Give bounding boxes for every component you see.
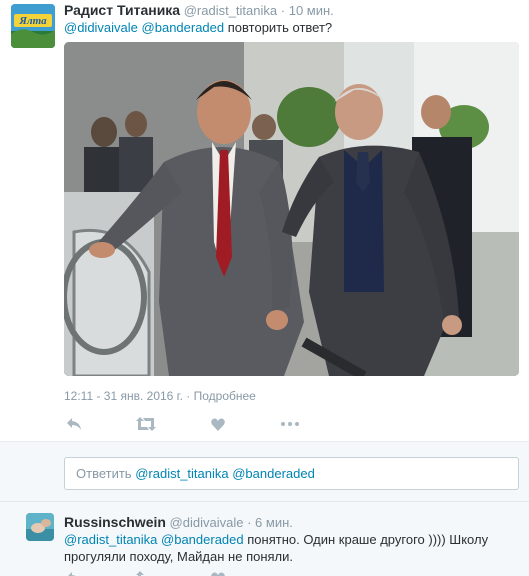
- mention-link[interactable]: @didivaivale: [64, 20, 138, 35]
- photo-image: [64, 42, 519, 376]
- retweet-icon[interactable]: [136, 414, 156, 434]
- like-icon[interactable]: [208, 414, 228, 434]
- author-handle[interactable]: @radist_titanika: [184, 3, 277, 18]
- author-name[interactable]: Радист Титаника: [64, 2, 180, 18]
- mention-link[interactable]: @banderaded: [142, 20, 225, 35]
- more-icon[interactable]: [280, 568, 300, 576]
- reply-author-handle[interactable]: @didivaivale: [170, 515, 244, 530]
- reply-avatar[interactable]: [26, 513, 54, 541]
- avatar[interactable]: Ялта: [11, 4, 55, 48]
- tweet: Ялта Радист Титаника @radist_titanika · …: [0, 0, 529, 442]
- reply-avatar-image: [26, 513, 54, 541]
- reply-tweet-header: Russinschwein @didivaivale · 6 мин.: [64, 514, 293, 530]
- tweet-timestamp[interactable]: 12:11 - 31 янв. 2016 г.: [64, 389, 183, 403]
- separator: ·: [280, 3, 286, 18]
- tweet-meta: 12:11 - 31 янв. 2016 г. · Подробнее: [64, 389, 256, 403]
- tweet-body: повторить ответ?: [227, 20, 333, 35]
- tweet-text: @didivaivale @banderaded повторить ответ…: [64, 19, 519, 36]
- avatar-logo-text: Ялта: [18, 15, 47, 27]
- reply-input-prefix: Ответить: [76, 466, 132, 481]
- avatar-image: Ялта: [11, 4, 55, 48]
- tweet-actions: [64, 414, 324, 434]
- reply-tweet-time[interactable]: 6 мин.: [255, 515, 293, 530]
- reply-input-mentions: @radist_titanika @banderaded: [135, 466, 315, 481]
- reply-input[interactable]: Ответить @radist_titanika @banderaded: [64, 457, 519, 490]
- reply-separator: ·: [247, 515, 252, 530]
- tweet-time[interactable]: 10 мин.: [289, 3, 334, 18]
- reply-icon[interactable]: [64, 414, 84, 434]
- reply-tweet-text: @radist_titanika @banderaded понятно. Од…: [64, 531, 504, 565]
- reply-tweet-actions: [64, 568, 324, 576]
- retweet-icon[interactable]: [136, 568, 156, 576]
- reply-icon[interactable]: [64, 568, 84, 576]
- more-icon[interactable]: [280, 414, 300, 434]
- meta-separator: ·: [186, 389, 191, 403]
- like-icon[interactable]: [208, 568, 228, 576]
- details-link[interactable]: Подробнее: [194, 389, 256, 403]
- reply-mentions[interactable]: @radist_titanika @banderaded: [64, 532, 244, 547]
- tweet-photo[interactable]: [64, 42, 519, 376]
- reply-author-name[interactable]: Russinschwein: [64, 514, 166, 530]
- tweet-header: Радист Титаника @radist_titanika · 10 ми…: [64, 2, 334, 18]
